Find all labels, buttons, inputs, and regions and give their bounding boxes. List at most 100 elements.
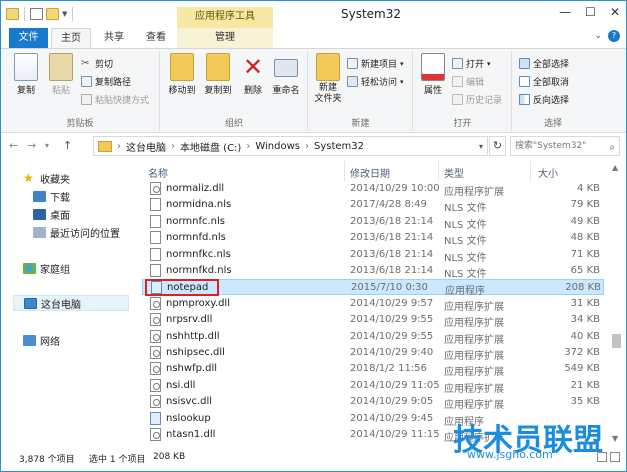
table-row[interactable]: nrpsrv.dll 2014/10/29 9:55 应用程序扩展 34 KB [142,312,604,329]
history-button[interactable]: 历史记录 [452,93,502,106]
file-type: 应用程序扩展 [444,383,504,395]
copy-path-button[interactable]: 复制路径 [81,75,131,88]
column-divider[interactable] [438,161,439,181]
new-folder-button[interactable]: 新建 文件夹 [311,53,345,105]
application-icon [150,411,161,425]
refresh-icon[interactable]: ↻ [489,136,506,156]
paste-button[interactable]: 粘贴 [46,53,76,96]
file-size: 40 KB [570,330,600,342]
nav-label: 下载 [50,193,70,204]
new-item-icon [347,58,358,69]
nav-network[interactable]: 网络 [23,333,60,348]
paste-shortcut-button[interactable]: 粘贴快捷方式 [81,93,149,106]
dll-file-icon [150,395,161,409]
file-date: 2014/10/29 9:05 [350,396,434,408]
nav-recent[interactable]: 最近访问的位置 [33,225,120,240]
open-label: 打开 [466,60,485,70]
move-to-button[interactable]: 移动到 [165,53,199,96]
breadcrumb-c-drive[interactable]: 本地磁盘 (C:) [180,139,241,154]
copy-to-icon [206,53,230,81]
tab-view[interactable]: 查看 [138,28,174,48]
nav-favorites[interactable]: ★ 收藏夹 [23,171,70,186]
column-header-size[interactable]: 大小 [538,165,558,180]
copy-button[interactable]: 复制 [11,53,41,96]
copy-to-button[interactable]: 复制到 [201,53,235,96]
properties-icon[interactable] [30,8,43,20]
new-item-button[interactable]: 新建项目 ▾ [347,57,404,70]
chevron-down-icon[interactable]: ▼ [62,10,67,18]
file-name: normnfkd.nls [166,265,232,276]
select-none-icon [519,76,530,87]
delete-button[interactable]: ✕ 删除 [239,53,267,96]
vertical-scrollbar[interactable]: ▲ ▼ [608,159,626,446]
table-row[interactable]: normnfkc.nls 2013/6/18 21:14 NLS 文件 71 KB [142,247,604,264]
file-icon [150,247,161,261]
nav-this-pc[interactable]: 这台电脑 [13,295,129,311]
cut-button[interactable]: ✂ 剪切 [81,57,113,70]
address-bar[interactable]: › 这台电脑 › 本地磁盘 (C:) › Windows › System32 … [93,136,488,156]
new-folder-icon[interactable] [46,8,59,20]
help-icon[interactable]: ? [608,30,620,42]
breadcrumb-system32[interactable]: System32 [314,141,364,152]
chevron-down-icon[interactable]: ▾ [45,141,49,150]
column-divider[interactable] [344,161,345,181]
close-icon[interactable]: ✕ [610,5,620,19]
column-header-date[interactable]: 修改日期 [350,165,390,180]
rename-button[interactable]: 重命名 [269,53,303,96]
file-name: nshipsec.dll [166,347,225,358]
table-row[interactable]: nshwfp.dll 2018/1/2 11:56 应用程序扩展 549 KB [142,361,604,378]
nav-homegroup[interactable]: 家庭组 [23,261,70,276]
search-input[interactable]: 搜索"System32" ⌕ [510,136,620,156]
chevron-down-icon[interactable]: ▾ [479,142,483,151]
file-size: 549 KB [564,363,600,375]
nav-desktop[interactable]: 桌面 [33,207,70,222]
nav-label: 桌面 [50,211,70,222]
edit-button[interactable]: 编辑 [452,75,484,88]
table-row[interactable]: notepad 2015/7/10 0:30 应用程序 208 KB [142,279,604,297]
maximize-icon[interactable]: ☐ [585,5,596,19]
homegroup-icon [23,263,36,274]
table-row[interactable]: normnfkd.nls 2013/6/18 21:14 NLS 文件 65 KB [142,263,604,280]
open-button[interactable]: 打开 ▾ [452,57,491,70]
table-row[interactable]: normaliz.dll 2014/10/29 10:00 应用程序扩展 4 KB [142,181,604,198]
table-row[interactable]: nsisvc.dll 2014/10/29 9:05 应用程序扩展 35 KB [142,394,604,411]
table-row[interactable]: normnfd.nls 2013/6/18 21:14 NLS 文件 48 KB [142,230,604,247]
table-row[interactable]: npmproxy.dll 2014/10/29 9:57 应用程序扩展 31 KB [142,296,604,313]
invert-selection-button[interactable]: 反向选择 [519,93,569,106]
new-group: 新建 文件夹 新建项目 ▾ 轻松访问 ▾ 新建 [309,51,413,131]
scroll-down-icon[interactable]: ▼ [612,434,618,443]
delete-label: 删除 [243,86,262,96]
easy-access-button[interactable]: 轻松访问 ▾ [347,75,404,88]
select-all-button[interactable]: 全部选择 [519,57,569,70]
file-type: NLS 文件 [444,252,487,264]
scrollbar-thumb[interactable] [612,334,621,348]
up-arrow-icon[interactable]: ↑ [63,139,72,152]
chevron-down-icon[interactable]: ⌄ [594,31,602,41]
table-row[interactable]: nsi.dll 2014/10/29 11:05 应用程序扩展 21 KB [142,378,604,395]
tab-manage[interactable]: 管理 [177,28,273,48]
properties-button[interactable]: 属性 [418,53,448,96]
dll-file-icon [150,313,161,327]
column-divider[interactable] [530,161,531,181]
file-name: normnfc.nls [166,215,225,227]
column-header-type[interactable]: 类型 [444,165,464,180]
tab-share[interactable]: 共享 [96,28,132,48]
table-row[interactable]: normnfc.nls 2013/6/18 21:14 NLS 文件 49 KB [142,214,604,231]
nav-label: 家庭组 [40,265,70,276]
breadcrumb-windows[interactable]: Windows [255,141,300,152]
table-row[interactable]: normidna.nls 2017/4/28 8:49 NLS 文件 79 KB [142,197,604,214]
large-icons-view-icon[interactable] [610,452,620,462]
nav-downloads[interactable]: 下载 [33,189,70,204]
forward-arrow-icon[interactable]: → [27,139,36,152]
breadcrumb-this-pc[interactable]: 这台电脑 [126,139,166,154]
table-row[interactable]: nshipsec.dll 2014/10/29 9:40 应用程序扩展 372 KB [142,345,604,362]
desktop-icon [33,209,46,220]
column-header-name[interactable]: 名称 [148,165,168,180]
select-none-button[interactable]: 全部取消 [519,75,569,88]
table-row[interactable]: nshhttp.dll 2014/10/29 9:55 应用程序扩展 40 KB [142,329,604,346]
tab-home[interactable]: 主页 [51,28,91,49]
back-arrow-icon[interactable]: ← [9,139,18,152]
scroll-up-icon[interactable]: ▲ [612,163,618,172]
tab-file[interactable]: 文件 [9,28,48,48]
minimize-icon[interactable]: — [559,5,571,19]
